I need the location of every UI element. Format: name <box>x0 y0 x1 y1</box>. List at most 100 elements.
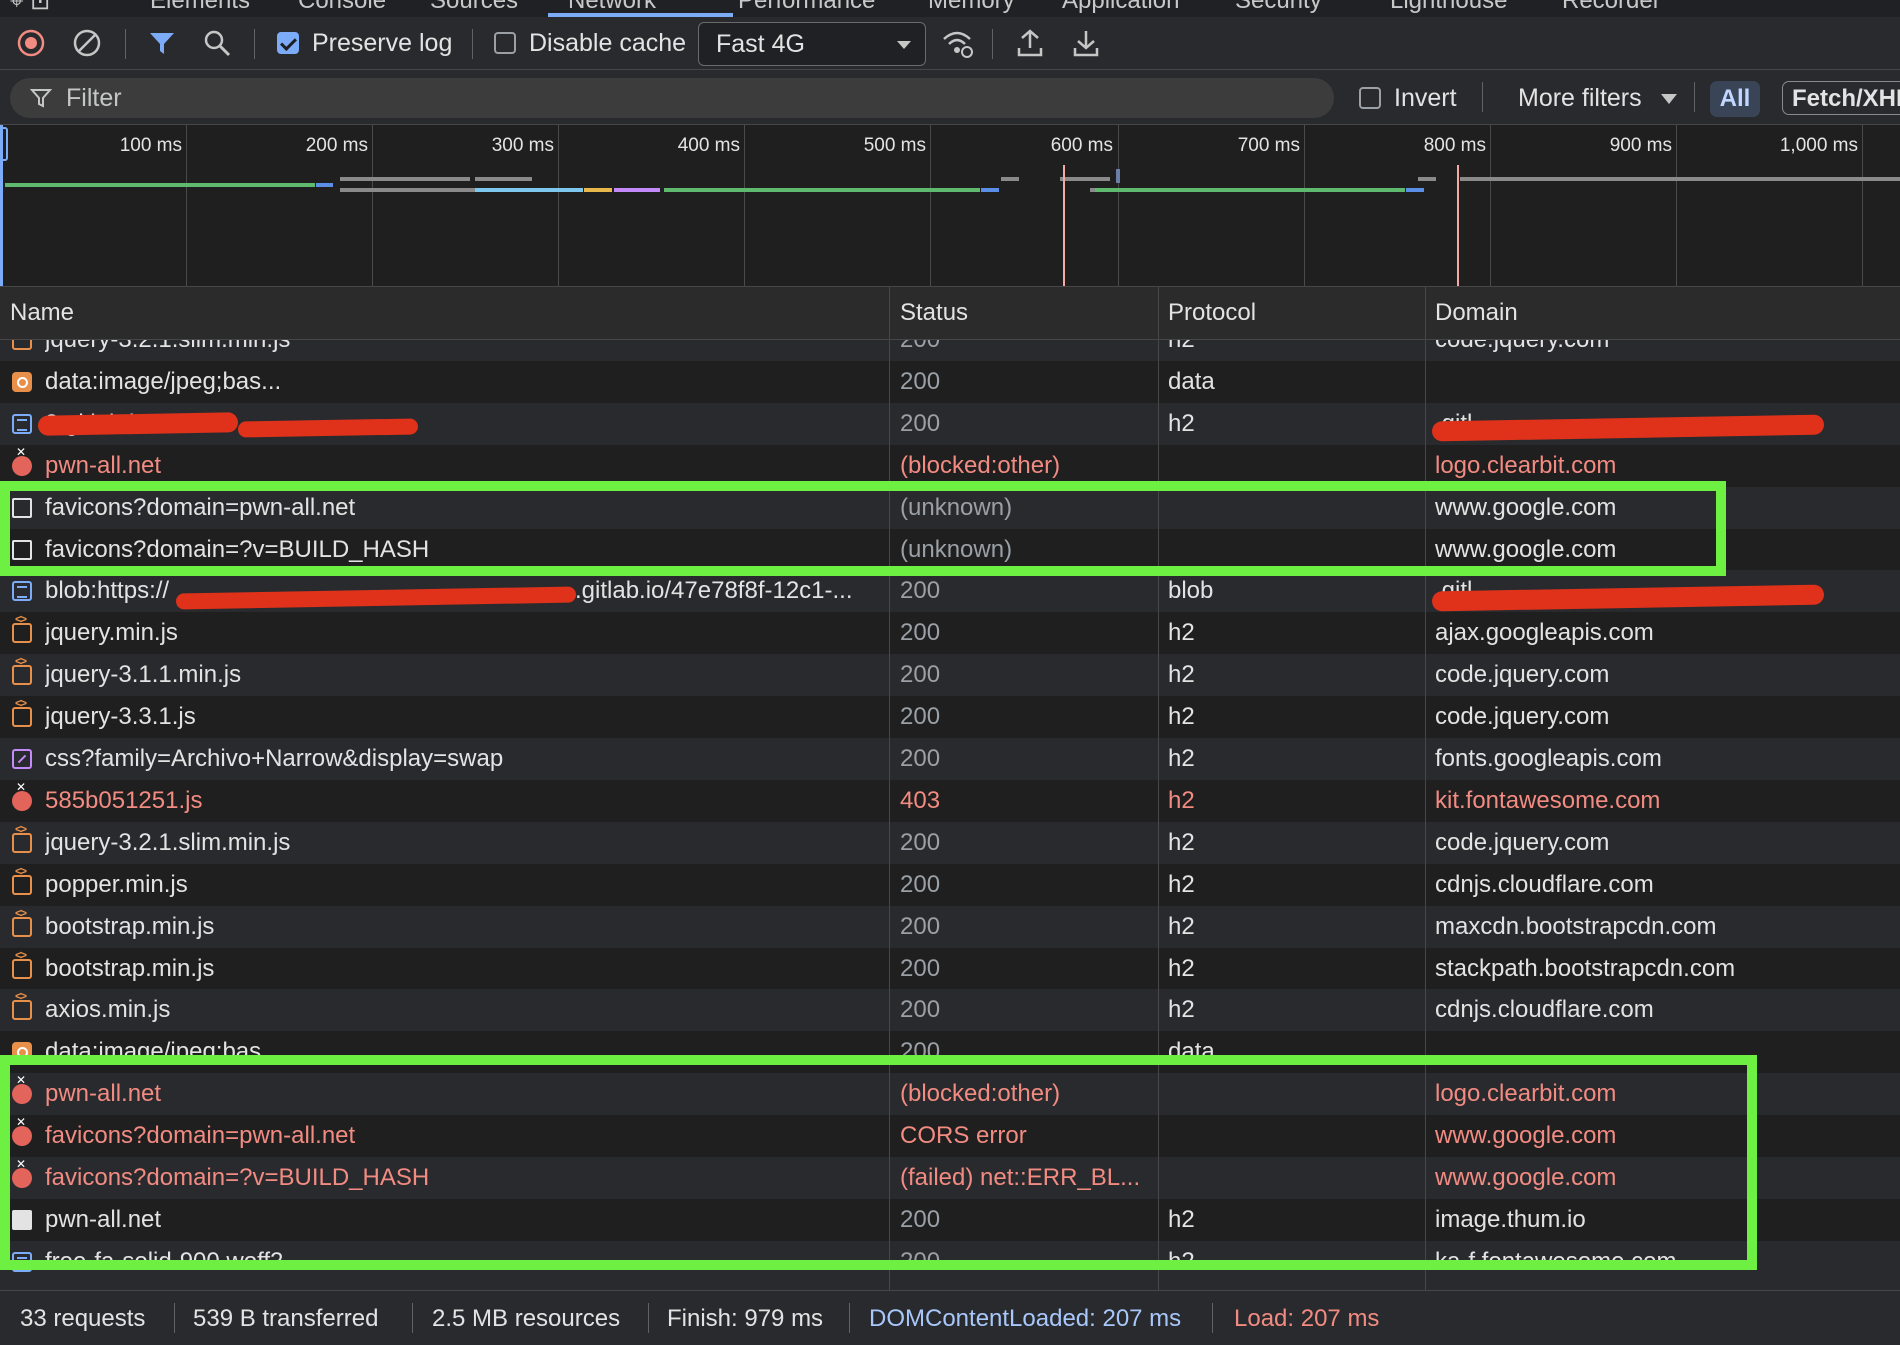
column-header-status[interactable]: Status <box>890 287 1157 339</box>
request-protocol: h2 <box>1168 703 1195 731</box>
column-divider <box>889 287 890 1290</box>
request-status: 200 <box>900 996 941 1024</box>
table-row[interactable]: free-fa-solid-900.woff2 200 h2 ka-f.fontawe… <box>0 1240 1900 1283</box>
timeline-bar <box>981 188 999 192</box>
table-row[interactable]: jquery-3.2.1.slim.min.js 200 h2 code.jquery… <box>0 821 1900 864</box>
image-icon <box>12 1042 32 1063</box>
error-icon <box>12 445 32 476</box>
request-domain: ajax.googleapis.com <box>1435 619 1654 647</box>
search-icon[interactable] <box>202 28 232 58</box>
dom-content-loaded-time: DOMContentLoaded: 207 ms <box>869 1305 1182 1332</box>
script-icon <box>12 340 32 350</box>
column-divider <box>1158 287 1159 1290</box>
tab-performance[interactable]: Performance <box>738 0 875 15</box>
export-har-icon[interactable] <box>1070 27 1102 59</box>
table-row[interactable]: axios.min.js 200 h2 cdnjs.cloudflare.com <box>0 989 1900 1032</box>
requests-table-body[interactable]: jquery-3.2.1.slim.min.js 200 h2 code.jquery… <box>0 340 1900 1290</box>
table-row[interactable]: 585b051251.js 403 h2 kit.fontawesome.com <box>0 779 1900 822</box>
table-row[interactable]: bootstrap.min.js 200 h2 maxcdn.bootstrapcdn… <box>0 905 1900 948</box>
table-row[interactable]: jquery-3.3.1.js 200 h2 code.jquery.com <box>0 696 1900 739</box>
request-domain: ka-f.fontawesome.com <box>1435 1247 1677 1275</box>
tab-console[interactable]: Console <box>298 0 386 15</box>
request-protocol: h2 <box>1168 870 1195 898</box>
disable-cache-checkbox[interactable] <box>494 32 516 54</box>
filter-input[interactable]: Filter <box>10 78 1334 118</box>
filter-icon[interactable] <box>147 28 177 58</box>
requests-table-header: Name Status Protocol Domain <box>0 287 1900 340</box>
request-status: 200 <box>900 619 941 647</box>
request-status: 200 <box>900 828 941 856</box>
request-domain: www.google.com <box>1435 1164 1617 1191</box>
tab-sources[interactable]: Sources <box>430 0 518 15</box>
request-status: 200 <box>900 367 941 395</box>
import-har-icon[interactable] <box>1014 27 1046 59</box>
redaction-mark <box>37 412 239 436</box>
tick-label: 200 ms <box>305 135 368 156</box>
tab-security[interactable]: Security <box>1235 0 1322 15</box>
timeline-bar <box>340 177 470 181</box>
table-row[interactable]: css?family=Archivo+Narrow&display=swap 20… <box>0 738 1900 780</box>
table-row[interactable]: jquery.min.js 200 h2 ajax.googleapis.com <box>0 612 1900 655</box>
tab-elements[interactable]: Elements <box>150 0 250 15</box>
type-filter-all[interactable]: All <box>1710 81 1760 117</box>
column-header-domain[interactable]: Domain <box>1425 287 1900 339</box>
more-filters-button[interactable]: More filters <box>1518 84 1642 113</box>
tab-recorder[interactable]: Recorder <box>1562 0 1661 15</box>
network-conditions-icon[interactable] <box>940 27 974 59</box>
throttling-select[interactable]: Fast 4G <box>698 22 926 66</box>
type-filter-fetch-xhr[interactable]: Fetch/XHR <box>1782 81 1900 115</box>
tab-lighthouse[interactable]: Lighthouse <box>1390 0 1507 15</box>
request-domain: stackpath.bootstrapcdn.com <box>1435 954 1736 982</box>
column-header-name[interactable]: Name <box>0 287 889 339</box>
tab-memory[interactable]: Memory <box>928 0 1015 15</box>
timeline-overview[interactable]: 100 ms 200 ms 300 ms 400 ms 500 ms 600 m… <box>0 125 1900 287</box>
preserve-log-checkbox[interactable] <box>277 32 299 54</box>
tick-label: 900 ms <box>1609 135 1672 156</box>
clear-icon[interactable] <box>72 28 102 58</box>
table-row[interactable]: data:image/jpeg;bas... 200 data <box>0 1031 1900 1074</box>
request-status: (blocked:other) <box>900 451 1061 479</box>
request-name: popper.min.js <box>45 870 188 898</box>
request-protocol: h2 <box>1168 996 1195 1024</box>
tick-label: 300 ms <box>491 135 554 156</box>
request-name-tail: .gitlab.io/47e78f8f-12c1-... <box>575 577 853 605</box>
table-row[interactable]: favicons?domain=pwn-all.net (unknown) www.… <box>0 486 1900 529</box>
table-row[interactable]: jquery-3.2.1.slim.min.js 200 h2 code.jquery… <box>0 340 1900 361</box>
load-marker <box>1063 165 1065 286</box>
table-row[interactable]: pwn-all.net (blocked:other) logo.clearbit.… <box>0 444 1900 487</box>
request-protocol: h2 <box>1168 661 1195 689</box>
request-protocol: h2 <box>1168 1205 1195 1233</box>
request-domain: www.google.com <box>1435 493 1617 521</box>
table-row[interactable]: favicons?domain=?v=BUILD_HASH (unknown) ww… <box>0 528 1900 571</box>
table-row[interactable]: favicons?domain=pwn-all.net CORS error www… <box>0 1115 1900 1158</box>
tick-label: 400 ms <box>677 135 740 156</box>
thumbnail-icon <box>12 1209 32 1230</box>
request-status: 200 <box>900 661 941 689</box>
table-row[interactable]: pwn-all.net (blocked:other) logo.clearbit.… <box>0 1073 1900 1116</box>
filter-bar: Filter Invert More filters All Fetch/XHR <box>0 70 1900 125</box>
table-row[interactable]: bootstrap.min.js 200 h2 stackpath.bootstrap… <box>0 947 1900 990</box>
stop-recording-icon[interactable] <box>16 28 46 58</box>
tick-label: 100 ms <box>119 135 182 156</box>
request-protocol <box>1168 1073 1418 1115</box>
request-domain: code.jquery.com <box>1435 340 1895 361</box>
table-row[interactable]: popper.min.js 200 h2 cdnjs.cloudflare.com <box>0 863 1900 906</box>
request-name: 585b051251.js <box>45 786 203 814</box>
tab-application[interactable]: Application <box>1062 0 1179 15</box>
script-icon <box>12 822 32 853</box>
devtools-tab-strip: ⌖ ⊡ Elements Console Sources Network Per… <box>0 0 1900 18</box>
script-icon <box>12 948 32 979</box>
table-row[interactable]: jquery-3.1.1.min.js 200 h2 code.jquery.com <box>0 654 1900 697</box>
column-header-protocol[interactable]: Protocol <box>1158 287 1425 339</box>
table-row[interactable]: favicons?domain=?v=BUILD_HASH (failed) ne… <box>0 1157 1900 1199</box>
devtools-menu-icon[interactable]: ⌖ ⊡ <box>10 0 50 16</box>
request-protocol <box>1168 445 1418 487</box>
timeline-bar <box>614 188 660 192</box>
request-name: axios.min.js <box>45 996 171 1024</box>
request-protocol <box>1168 1157 1418 1199</box>
table-row[interactable]: data:image/jpeg;bas... 200 data <box>0 360 1900 403</box>
invert-checkbox[interactable] <box>1359 87 1381 109</box>
table-row[interactable]: pwn-all.net 200 h2 image.thum.io <box>0 1198 1900 1241</box>
request-status: (blocked:other) <box>900 1080 1061 1108</box>
page-icon <box>12 497 32 518</box>
